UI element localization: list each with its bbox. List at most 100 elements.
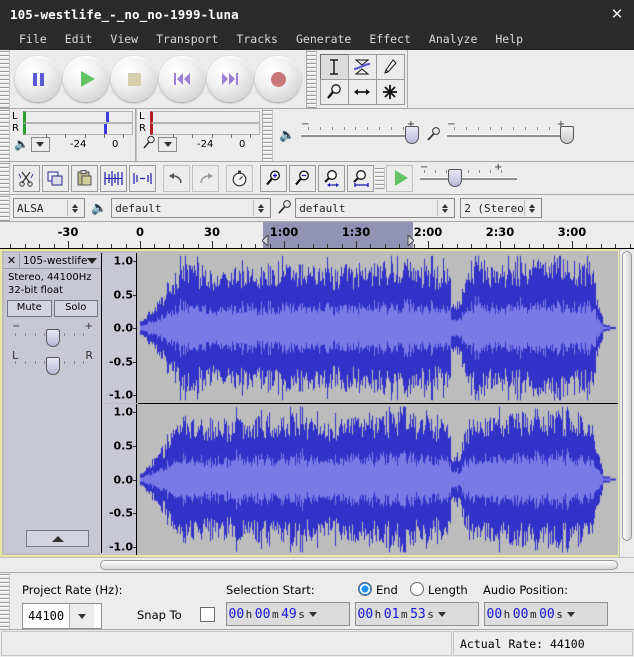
output-device-combo[interactable]: default xyxy=(111,198,271,218)
draw-tool-button[interactable] xyxy=(376,54,405,80)
pause-button[interactable] xyxy=(15,56,61,102)
playback-meter[interactable]: L R 🔈 xyxy=(10,109,135,154)
sync-lock-button[interactable] xyxy=(226,165,253,192)
play-speed-thumb[interactable] xyxy=(448,169,462,187)
tools-toolbar-grip[interactable] xyxy=(307,50,317,108)
skip-to-start-button[interactable] xyxy=(159,56,205,102)
timeline-ruler[interactable]: -300301:001:302:002:303:00 xyxy=(0,222,634,249)
waveform-left-channel[interactable] xyxy=(138,253,618,403)
audio-position-field[interactable]: 00 h 00 m 00 s xyxy=(484,602,608,626)
selection-end-field[interactable]: 00 h 01 m 53 s xyxy=(355,602,479,626)
audio-position-chevron-down-icon[interactable] xyxy=(567,612,575,617)
close-icon[interactable]: ✕ xyxy=(606,3,628,25)
fit-project-button[interactable] xyxy=(347,165,374,192)
input-device-combo[interactable]: default xyxy=(295,198,455,218)
trim-audio-button[interactable] xyxy=(100,165,127,192)
device-toolbar-grip[interactable] xyxy=(0,195,10,221)
menu-view[interactable]: View xyxy=(101,30,147,48)
vertical-scrollbar[interactable] xyxy=(619,249,634,557)
undo-button[interactable] xyxy=(163,165,190,192)
multi-tool-button[interactable] xyxy=(376,79,405,105)
input-volume-slider[interactable]: − + xyxy=(447,124,565,146)
track-format-line2: 32-bit float xyxy=(4,284,101,297)
zoom-in-button[interactable] xyxy=(260,165,287,192)
input-volume-thumb[interactable] xyxy=(560,126,574,144)
selection-end-chevron-down-icon[interactable] xyxy=(438,612,446,617)
audio-host-spinner[interactable] xyxy=(67,200,81,216)
zoom-out-button[interactable] xyxy=(289,165,316,192)
selection-tool-button[interactable] xyxy=(320,54,349,80)
vertical-scrollbar-thumb[interactable] xyxy=(622,251,632,541)
selection-end-handle[interactable] xyxy=(405,235,414,246)
transport-toolbar-grip[interactable] xyxy=(0,50,10,108)
silence-audio-button[interactable] xyxy=(129,165,156,192)
mixer-toolbar-grip[interactable] xyxy=(263,109,273,161)
project-rate-chevron-down-icon[interactable] xyxy=(69,604,94,628)
track-mute-button[interactable]: Mute xyxy=(7,300,52,317)
edit-toolbar-grip[interactable] xyxy=(0,162,10,194)
track-pan-slider[interactable]: L R xyxy=(12,351,93,373)
stop-button[interactable] xyxy=(111,56,157,102)
selection-start-minutes: 00 xyxy=(254,607,271,622)
selection-length-radio[interactable] xyxy=(410,582,424,596)
track-menu-chevron-down-icon[interactable] xyxy=(87,258,97,264)
play-at-speed-toolbar-grip[interactable] xyxy=(375,167,385,189)
audio-host-combo[interactable]: ALSA xyxy=(13,198,85,218)
menu-edit[interactable]: Edit xyxy=(56,30,102,48)
play-speed-slider[interactable]: − + xyxy=(420,167,530,189)
play-button[interactable] xyxy=(63,56,109,102)
playback-meter-tick-minus24: -24 xyxy=(70,139,86,150)
menu-generate[interactable]: Generate xyxy=(287,30,360,48)
playback-meter-toolbar[interactable]: L R 🔈 xyxy=(10,109,136,161)
input-device-spinner[interactable] xyxy=(437,200,451,216)
output-volume-slider[interactable]: − + xyxy=(301,124,419,146)
menu-effect[interactable]: Effect xyxy=(360,30,420,48)
ruler-label: 1:30 xyxy=(342,225,371,239)
record-meter[interactable]: L R xyxy=(137,109,262,154)
selection-start-field[interactable]: 00 h 00 m 49 s xyxy=(226,602,350,626)
cut-button[interactable] xyxy=(13,165,40,192)
track-pan-thumb[interactable] xyxy=(46,357,60,375)
play-at-speed-button[interactable] xyxy=(386,165,413,192)
track-gain-thumb[interactable] xyxy=(46,329,60,347)
menu-file[interactable]: File xyxy=(10,30,56,48)
menu-help[interactable]: Help xyxy=(486,30,532,48)
snap-to-checkbox[interactable] xyxy=(200,607,215,622)
output-volume-thumb[interactable] xyxy=(405,126,419,144)
track-control-panel[interactable]: ✕ 105-westlife Stereo, 44100Hz 32-bit fl… xyxy=(4,253,102,553)
time-shift-tool-button[interactable] xyxy=(348,79,377,105)
selection-start-chevron-down-icon[interactable] xyxy=(309,612,317,617)
menu-transport[interactable]: Transport xyxy=(147,30,227,48)
horizontal-scrollbar-thumb[interactable] xyxy=(100,560,618,570)
paste-button[interactable] xyxy=(71,165,98,192)
input-channels-combo[interactable]: 2 (Stereo xyxy=(460,198,542,218)
selection-end-radio[interactable] xyxy=(358,582,372,596)
project-rate-combo[interactable]: 44100 xyxy=(22,603,102,629)
fit-selection-button[interactable] xyxy=(318,165,345,192)
menu-tracks[interactable]: Tracks xyxy=(227,30,287,48)
track-close-button[interactable]: ✕ xyxy=(4,253,20,268)
microphone-icon xyxy=(425,126,441,145)
record-meter-toolbar[interactable]: L R xyxy=(136,109,263,161)
selection-toolbar-grip[interactable] xyxy=(0,573,10,629)
waveform-right-channel[interactable] xyxy=(138,404,618,555)
horizontal-scrollbar[interactable] xyxy=(0,557,634,572)
skip-to-end-button[interactable] xyxy=(207,56,253,102)
selection-start-handle[interactable] xyxy=(262,235,271,246)
copy-button[interactable] xyxy=(42,165,69,192)
menu-analyze[interactable]: Analyze xyxy=(420,30,486,48)
input-channels-spinner[interactable] xyxy=(524,200,538,216)
track-solo-button[interactable]: Solo xyxy=(54,300,99,317)
pencil-icon xyxy=(382,58,398,76)
redo-button[interactable] xyxy=(192,165,219,192)
track-collapse-button[interactable] xyxy=(26,530,89,547)
skip-start-icon xyxy=(174,73,190,85)
track-gain-slider[interactable]: − + xyxy=(12,323,93,345)
selection-start-seconds: 49 xyxy=(281,607,298,622)
speaker-icon: 🔈 xyxy=(279,128,295,143)
record-button[interactable] xyxy=(255,56,301,102)
playback-meter-grip[interactable] xyxy=(0,109,10,161)
envelope-tool-button[interactable] xyxy=(348,54,377,80)
output-device-spinner[interactable] xyxy=(253,200,267,216)
zoom-tool-button[interactable] xyxy=(320,79,349,105)
